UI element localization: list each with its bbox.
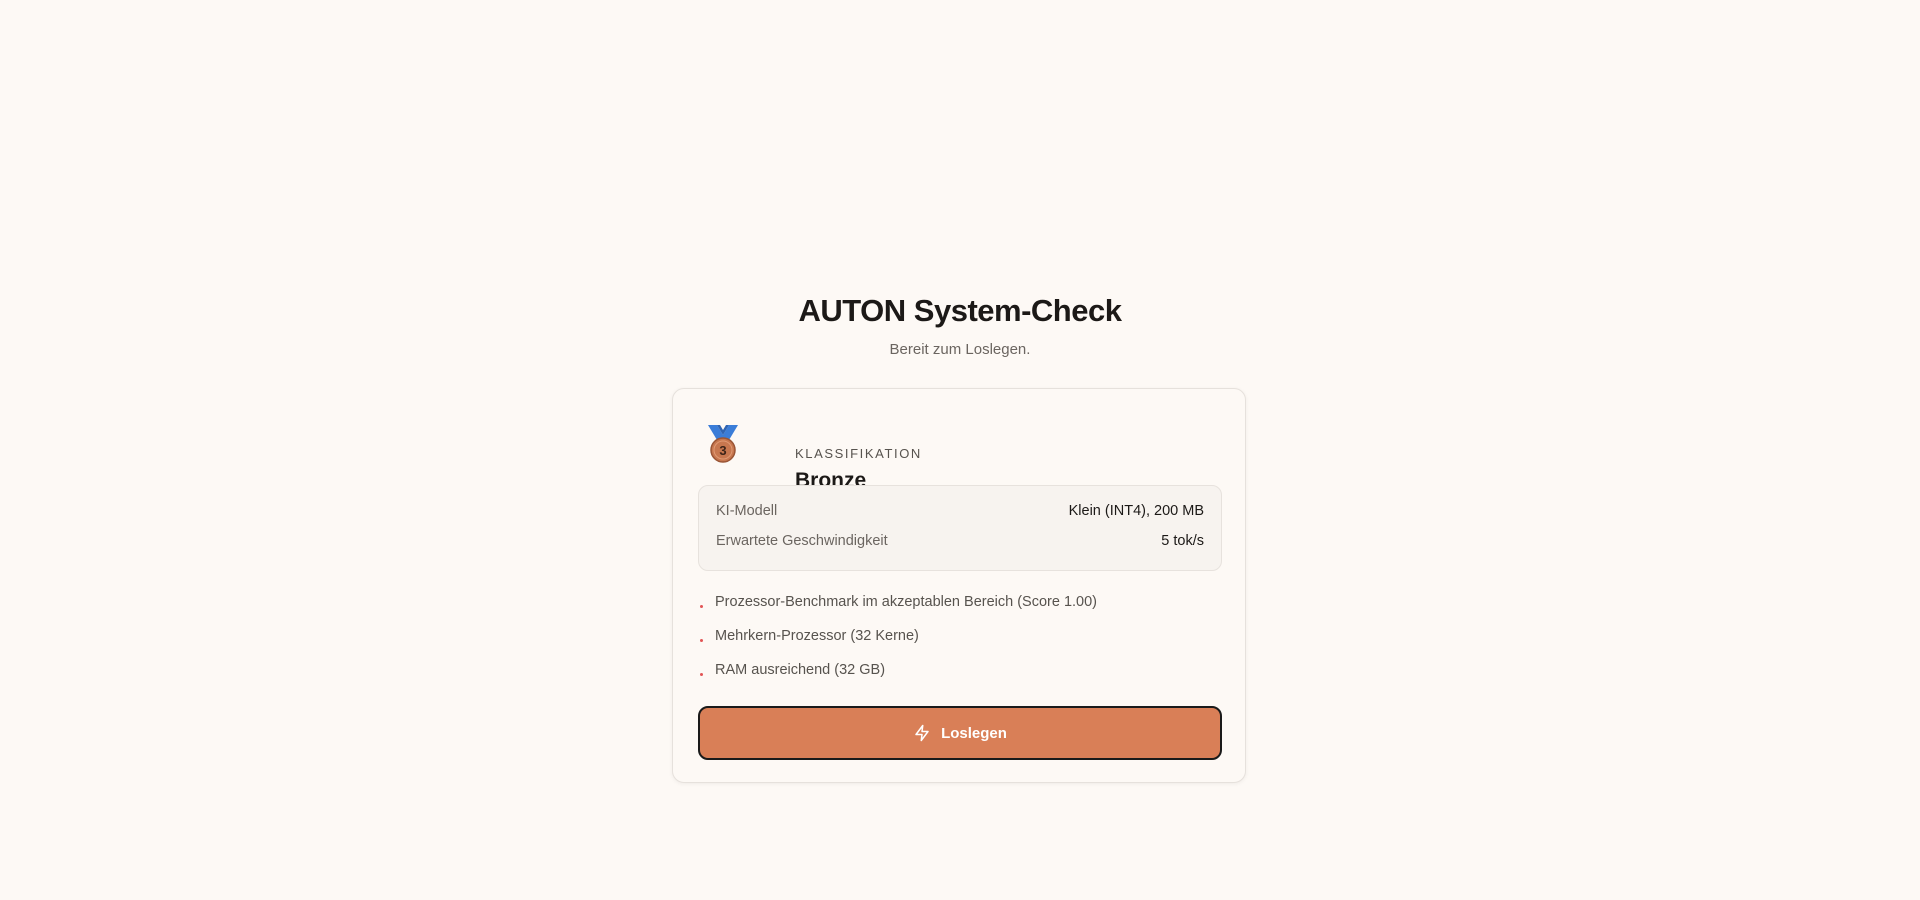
page-title: AUTON System-Check bbox=[798, 293, 1122, 328]
list-item: Mehrkern-Prozessor (32 Kerne) bbox=[698, 626, 1222, 660]
medal-number: 3 bbox=[719, 443, 726, 458]
bullet-icon bbox=[700, 605, 703, 608]
spec-key: Erwartete Geschwindigkeit bbox=[716, 533, 888, 549]
spec-row-model: KI-Modell Klein (INT4), 200 MB bbox=[716, 503, 1204, 523]
bronze-medal-icon: 3 bbox=[708, 425, 738, 463]
get-started-label: Loslegen bbox=[941, 724, 1007, 742]
lightning-bolt-icon bbox=[915, 724, 929, 742]
get-started-button[interactable]: Loslegen bbox=[698, 706, 1222, 760]
reason-text: Prozessor-Benchmark im akzeptablen Berei… bbox=[715, 594, 1097, 610]
reason-text: RAM ausreichend (32 GB) bbox=[715, 662, 886, 678]
result-card: 3 Klassifikation Bronze KI-Modell Klein … bbox=[672, 388, 1246, 783]
spec-value: 5 tok/s bbox=[1161, 533, 1204, 549]
classification-header: 3 Klassifikation Bronze bbox=[705, 419, 1205, 492]
reasons-list: Prozessor-Benchmark im akzeptablen Berei… bbox=[698, 592, 1222, 694]
system-check-page: AUTON System-Check Bereit zum Loslegen. … bbox=[0, 0, 1920, 900]
classification-label: Klassifikation bbox=[795, 446, 922, 461]
spec-key: KI-Modell bbox=[716, 503, 778, 519]
spec-value: Klein (INT4), 200 MB bbox=[1068, 503, 1204, 519]
list-item: RAM ausreichend (32 GB) bbox=[698, 660, 1222, 694]
reason-text: Mehrkern-Prozessor (32 Kerne) bbox=[715, 628, 919, 644]
list-item: Prozessor-Benchmark im akzeptablen Berei… bbox=[698, 592, 1222, 626]
bullet-icon bbox=[700, 639, 703, 642]
specs-panel: KI-Modell Klein (INT4), 200 MB Erwartete… bbox=[698, 485, 1222, 571]
spec-row-speed: Erwartete Geschwindigkeit 5 tok/s bbox=[716, 533, 1204, 553]
bullet-icon bbox=[700, 673, 703, 676]
page-subtitle: Bereit zum Loslegen. bbox=[889, 341, 1031, 358]
